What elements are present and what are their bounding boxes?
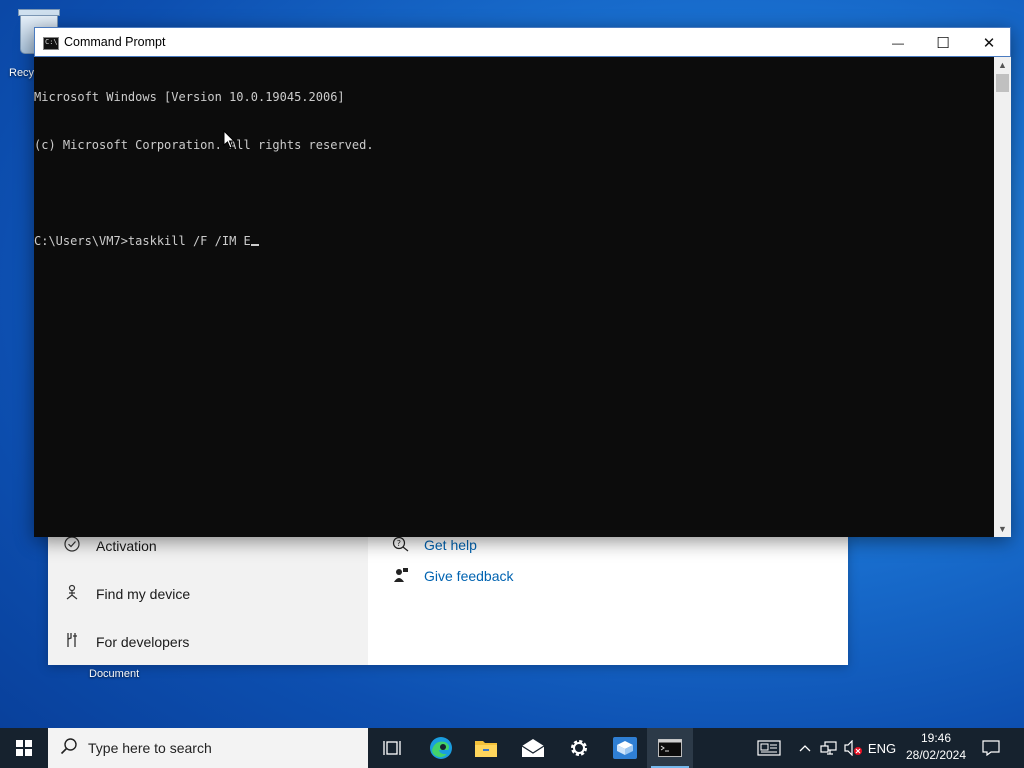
text-cursor xyxy=(250,244,259,246)
cmd-icon xyxy=(658,739,682,757)
network-icon xyxy=(820,741,837,755)
console-output[interactable]: Microsoft Windows [Version 10.0.19045.20… xyxy=(34,57,994,537)
taskbar: Type here to search ENG 19:46 28/02/2024 xyxy=(0,728,1024,768)
nav-item-for-developers[interactable]: For developers xyxy=(62,629,189,655)
mail-button[interactable] xyxy=(510,728,556,768)
chevron-up-icon xyxy=(799,745,811,752)
command-prompt-window[interactable]: C:\ Command Prompt — ☐ ✕ Microsoft Windo… xyxy=(34,27,1011,537)
maximize-button[interactable]: ☐ xyxy=(920,28,966,57)
nav-item-label: For developers xyxy=(96,634,190,650)
edge-icon xyxy=(430,737,452,759)
network-button[interactable] xyxy=(818,728,840,768)
scroll-down-arrow-icon[interactable]: ▼ xyxy=(994,521,1011,537)
search-icon xyxy=(60,737,78,760)
gear-icon xyxy=(571,740,587,756)
volume-muted-icon xyxy=(844,740,862,756)
action-center-button[interactable] xyxy=(978,728,1004,768)
notification-icon xyxy=(982,740,1000,756)
console-line: Microsoft Windows [Version 10.0.19045.20… xyxy=(34,90,345,104)
scrollbar-thumb[interactable] xyxy=(996,74,1009,92)
get-help-link[interactable]: ? Get help xyxy=(391,534,477,556)
vertical-scrollbar[interactable]: ▲ ▼ xyxy=(994,57,1011,537)
search-placeholder: Type here to search xyxy=(88,740,212,756)
news-widget-button[interactable] xyxy=(752,728,786,768)
get-help-label: Get help xyxy=(424,537,477,553)
command-prompt-button[interactable] xyxy=(647,728,693,768)
start-button[interactable] xyxy=(0,728,48,768)
settings-window: Activation Find my device For developers… xyxy=(48,534,848,665)
console-command-text: C:\Users\VM7>taskkill /F /IM E xyxy=(34,234,251,248)
document-desktop-icon-label[interactable]: Document xyxy=(89,668,139,680)
recycle-bin-label: Recy xyxy=(9,67,35,79)
edge-button[interactable] xyxy=(418,728,464,768)
cmd-app-icon: C:\ xyxy=(43,37,59,50)
clock-time: 19:46 xyxy=(920,731,952,745)
nav-item-label: Find my device xyxy=(96,586,191,602)
clock-button[interactable]: 19:46 28/02/2024 xyxy=(898,730,974,766)
close-icon: ✕ xyxy=(982,34,996,52)
mail-icon xyxy=(521,739,545,757)
news-icon xyxy=(757,740,781,756)
svg-text:?: ? xyxy=(397,539,401,548)
maximize-icon: ☐ xyxy=(936,34,950,52)
window-title: Command Prompt xyxy=(64,35,166,49)
taskbar-search-box[interactable]: Type here to search xyxy=(48,728,368,768)
minimize-button[interactable]: — xyxy=(875,28,921,57)
give-feedback-link[interactable]: Give feedback xyxy=(391,565,514,587)
windows-logo-icon xyxy=(16,740,32,756)
minimize-icon: — xyxy=(892,35,904,50)
scroll-up-arrow-icon[interactable]: ▲ xyxy=(994,57,1011,73)
close-button[interactable]: ✕ xyxy=(966,28,1012,57)
developer-tools-icon xyxy=(62,632,82,652)
package-icon xyxy=(613,737,637,759)
nav-item-find-my-device[interactable]: Find my device xyxy=(62,581,190,607)
give-feedback-label: Give feedback xyxy=(424,568,514,584)
help-chat-icon: ? xyxy=(391,536,411,555)
cmd-title-bar[interactable]: C:\ Command Prompt — ☐ ✕ xyxy=(34,27,1011,57)
folder-icon xyxy=(475,741,497,757)
input-language-button[interactable]: ENG xyxy=(866,728,898,768)
package-app-button[interactable] xyxy=(602,728,648,768)
nav-item-label: Activation xyxy=(96,538,157,554)
show-hidden-icons-button[interactable] xyxy=(795,728,815,768)
task-view-icon xyxy=(383,741,401,755)
person-pin-icon xyxy=(62,584,82,604)
task-view-button[interactable] xyxy=(369,728,415,768)
settings-button[interactable] xyxy=(556,728,602,768)
file-explorer-button[interactable] xyxy=(463,728,509,768)
console-line: (c) Microsoft Corporation. All rights re… xyxy=(34,138,374,152)
settings-nav-pane: Activation Find my device For developers xyxy=(48,536,368,665)
volume-button[interactable] xyxy=(842,728,864,768)
clock-date: 28/02/2024 xyxy=(905,748,967,762)
console-prompt-line[interactable]: C:\Users\VM7>taskkill /F /IM E xyxy=(34,233,994,249)
feedback-icon xyxy=(391,567,411,586)
check-circle-icon xyxy=(62,536,82,556)
